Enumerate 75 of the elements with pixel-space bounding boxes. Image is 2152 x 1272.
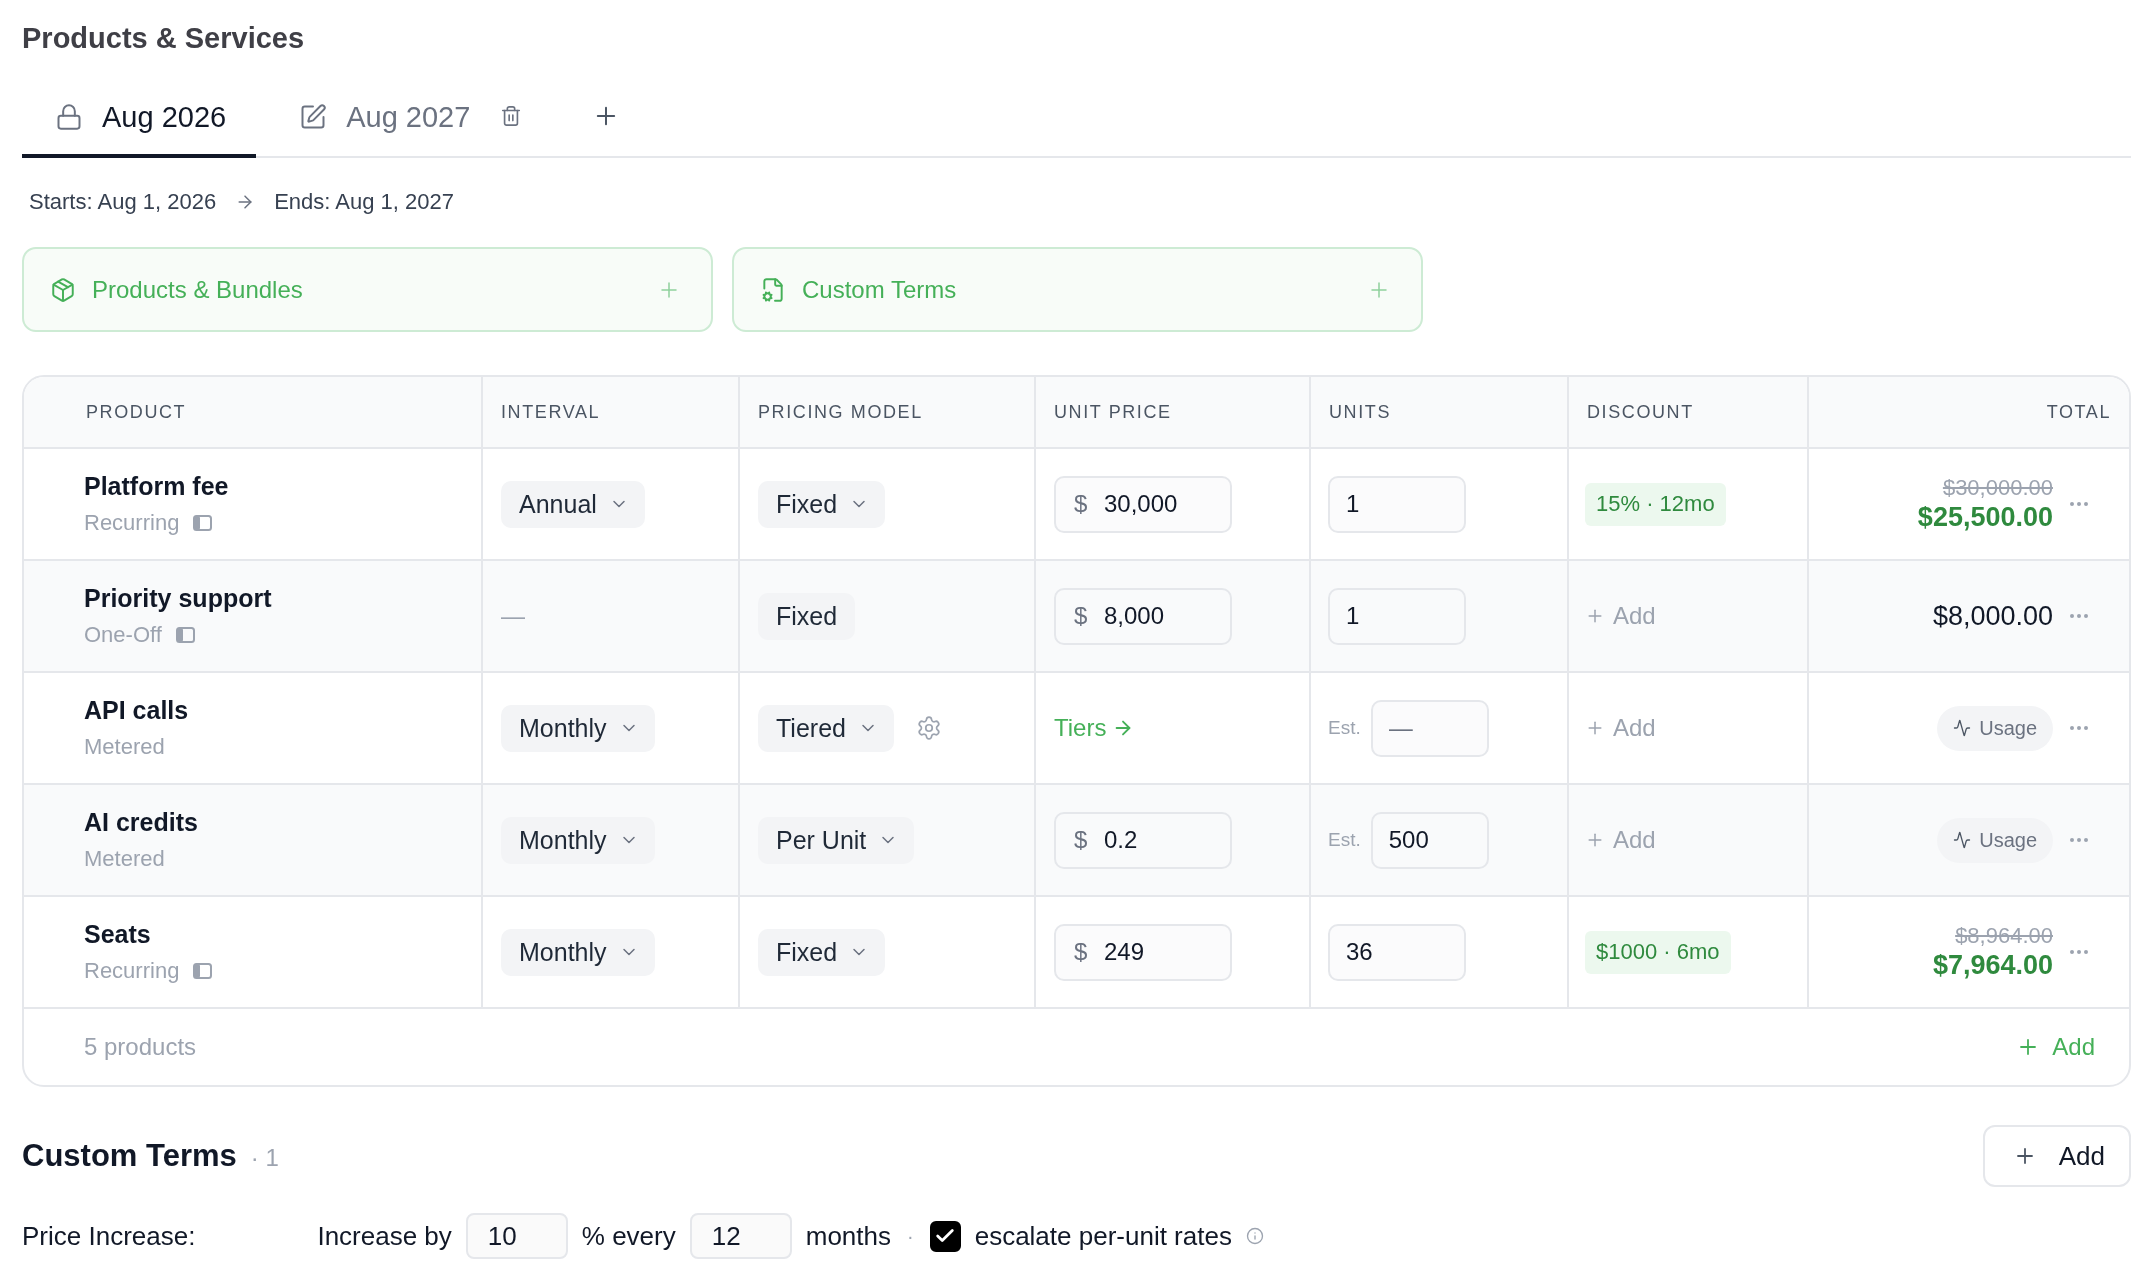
pricing-select[interactable]: Fixed — [758, 928, 886, 976]
usage-button[interactable]: Usage — [1937, 705, 2053, 751]
product-count: 5 products — [84, 1033, 197, 1061]
interval-select[interactable]: Monthly — [501, 704, 655, 752]
product-name: API calls — [84, 695, 189, 726]
activity-icon — [1953, 831, 1972, 849]
product-name: Seats — [84, 919, 151, 950]
package-icon — [50, 276, 76, 303]
every-label: % every — [581, 1220, 676, 1252]
column-header: PRODUCT — [86, 401, 187, 423]
settings-icon[interactable] — [915, 715, 942, 741]
checkbox[interactable] — [929, 1220, 961, 1252]
percent-input[interactable]: 10 — [465, 1213, 568, 1259]
file-gear-icon — [760, 276, 786, 303]
panel-icon[interactable] — [175, 627, 195, 643]
months-label: months — [805, 1220, 891, 1252]
end-date: Ends: Aug 1, 2027 — [274, 189, 454, 215]
column-header: UNIT PRICE — [1054, 401, 1172, 423]
product-type: Metered — [84, 733, 165, 761]
units-input[interactable]: 36 — [1328, 923, 1466, 981]
discount-badge: $1000 · 6mo — [1585, 930, 1731, 974]
product-type: Recurring — [84, 509, 180, 537]
panel-icon[interactable] — [193, 963, 213, 979]
interval-select[interactable]: Monthly — [501, 816, 655, 864]
start-date: Starts: Aug 1, 2026 — [29, 189, 217, 215]
usage-button[interactable]: Usage — [1937, 817, 2053, 863]
info-icon — [1245, 1227, 1264, 1245]
total-amount: $7,964.00 — [1932, 949, 2053, 981]
product-name: AI credits — [84, 807, 198, 838]
pricing-tag: Fixed — [758, 592, 856, 640]
column-header: PRICING MODEL — [758, 401, 923, 423]
total-amount: $25,500.00 — [1917, 501, 2053, 533]
column-header: DISCOUNT — [1587, 401, 1694, 423]
units-input[interactable]: 1 — [1328, 475, 1466, 533]
currency-symbol: $ — [1074, 938, 1088, 966]
interval-select[interactable]: Annual — [501, 480, 645, 528]
column-header: TOTAL — [2046, 401, 2111, 423]
trash-icon[interactable] — [500, 105, 523, 127]
total-amount: $8,000.00 — [1932, 600, 2053, 632]
pricing-select[interactable]: Tiered — [758, 704, 894, 752]
months-input[interactable]: 12 — [689, 1213, 792, 1259]
currency-symbol: $ — [1074, 826, 1088, 854]
empty-value: — — [501, 602, 525, 630]
product-name: Priority support — [84, 583, 272, 614]
custom-terms-title: Custom Terms — [22, 1138, 237, 1174]
currency-symbol: $ — [1074, 602, 1088, 630]
section-title: Products & Services — [22, 20, 305, 56]
terms-count: · 1 — [250, 1144, 279, 1172]
checkbox-label: escalate per-unit rates — [974, 1220, 1232, 1252]
original-price: $30,000.00 — [1942, 475, 2053, 501]
product-type: Metered — [84, 845, 165, 873]
tab[interactable]: Aug 2026 — [22, 76, 257, 158]
units-input[interactable]: — — [1370, 699, 1489, 757]
panel-icon[interactable] — [193, 515, 213, 531]
add-term-button[interactable]: Add — [1982, 1125, 2131, 1187]
tab[interactable]: Aug 2027 — [266, 76, 501, 158]
product-name: Platform fee — [84, 471, 229, 502]
product-type: Recurring — [84, 957, 180, 985]
separator-dot: · — [907, 1224, 914, 1248]
activity-icon — [1953, 719, 1972, 737]
original-price: $8,964.00 — [1955, 923, 2053, 949]
currency-symbol: $ — [1074, 490, 1088, 518]
product-type: One-Off — [84, 621, 162, 649]
pricing-select[interactable]: Fixed — [758, 480, 886, 528]
estimate-label: Est. — [1328, 829, 1361, 851]
price-increase-label: Price Increase: — [22, 1220, 196, 1252]
estimate-label: Est. — [1328, 717, 1361, 739]
units-input[interactable]: 1 — [1328, 587, 1466, 645]
increase-by-label: Increase by — [317, 1220, 452, 1252]
pricing-select[interactable]: Per Unit — [758, 816, 915, 864]
column-header: INTERVAL — [501, 401, 601, 423]
units-input[interactable]: 500 — [1370, 811, 1489, 869]
interval-select[interactable]: Monthly — [501, 928, 655, 976]
discount-badge: 15% · 12mo — [1585, 482, 1726, 526]
column-header: UNITS — [1329, 401, 1391, 423]
